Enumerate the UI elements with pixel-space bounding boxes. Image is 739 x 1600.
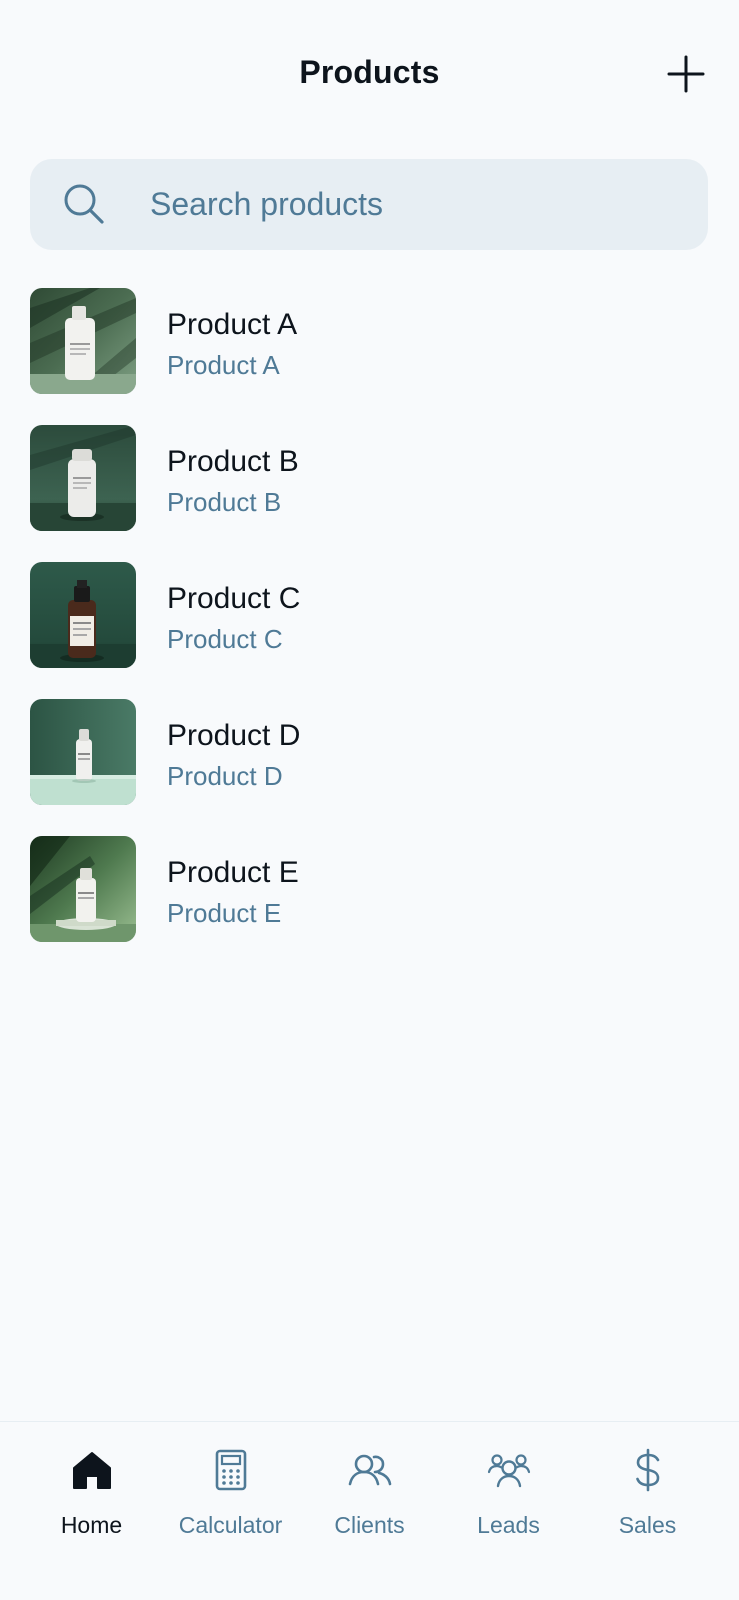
product-subtitle: Product A	[167, 350, 280, 380]
nav-item-home[interactable]: Home	[27, 1422, 157, 1600]
list-item[interactable]: Product D Product D	[0, 699, 739, 836]
product-subtitle: Product E	[167, 898, 282, 928]
app-root: Products Search products Product A Produ…	[0, 0, 739, 1600]
plus-icon	[667, 55, 705, 93]
calculator-icon	[215, 1449, 246, 1491]
product-subtitle: Product C	[167, 624, 283, 654]
search-icon	[64, 184, 104, 224]
product-image	[30, 836, 136, 942]
nav-label: Sales	[618, 1512, 677, 1538]
nav-item-clients[interactable]: Clients	[305, 1422, 435, 1600]
list-item[interactable]: Product A Product A	[0, 288, 739, 425]
nav-label: Leads	[477, 1512, 540, 1538]
nav-item-leads[interactable]: Leads	[444, 1422, 574, 1600]
home-icon	[72, 1452, 111, 1489]
users-icon	[348, 1454, 391, 1486]
add-product-button[interactable]	[662, 50, 710, 98]
nav-item-calculator[interactable]: Calculator	[166, 1422, 296, 1600]
nav-label: Clients	[334, 1512, 405, 1538]
list-item[interactable]: Product E Product E	[0, 836, 739, 973]
product-subtitle: Product B	[167, 487, 282, 517]
product-name: Product A	[167, 308, 298, 341]
bottom-nav: Home Calculator Clients Leads Sales	[0, 1421, 739, 1600]
list-item[interactable]: Product C Product C	[0, 562, 739, 699]
product-image	[30, 288, 136, 394]
list-item[interactable]: Product B Product B	[0, 425, 739, 562]
search-input[interactable]	[150, 159, 690, 250]
nav-item-sales[interactable]: Sales	[583, 1422, 713, 1600]
nav-label: Home	[60, 1512, 123, 1538]
product-name: Product E	[167, 856, 299, 889]
product-name: Product C	[167, 582, 301, 615]
product-image	[30, 425, 136, 531]
dollar-icon	[635, 1448, 659, 1492]
product-name: Product B	[167, 445, 299, 478]
product-image	[30, 562, 136, 668]
product-list: Product A Product A Product B Product B …	[0, 288, 739, 973]
nav-label: Calculator	[178, 1512, 283, 1538]
search-bar[interactable]	[30, 159, 708, 250]
product-name: Product D	[167, 719, 301, 752]
product-image	[30, 699, 136, 805]
product-subtitle: Product D	[167, 761, 283, 791]
page-title: Products	[299, 54, 440, 90]
group-icon	[487, 1454, 530, 1488]
header: Products	[0, 0, 739, 150]
